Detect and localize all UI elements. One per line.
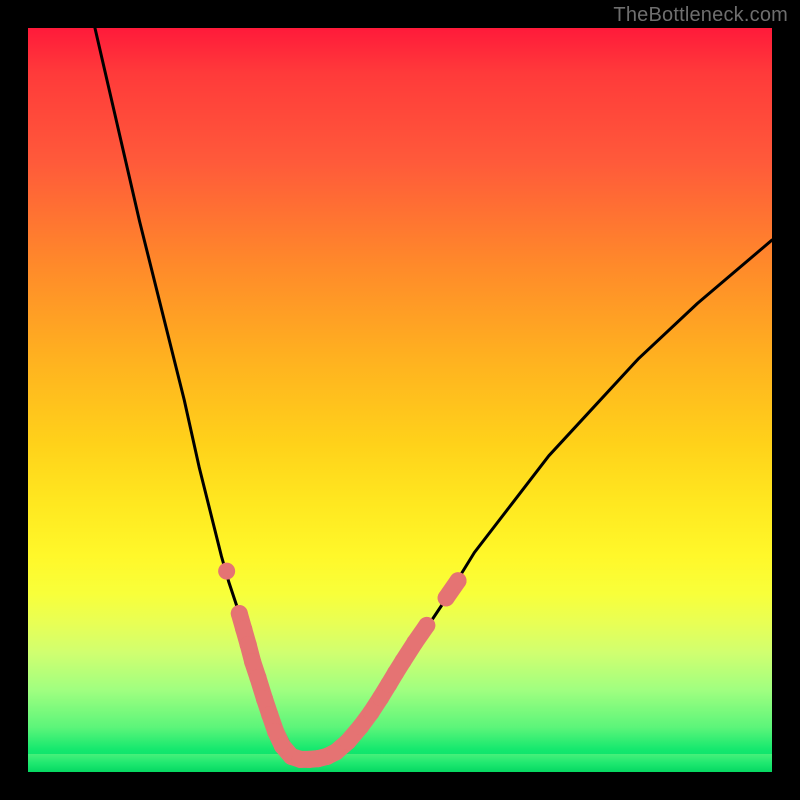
attribution-text: TheBottleneck.com	[613, 4, 788, 27]
plot-svg	[28, 28, 772, 772]
bottleneck-curve	[95, 28, 772, 757]
highlighted-points	[218, 563, 466, 768]
chart-frame: TheBottleneck.com	[0, 0, 800, 800]
plot-area	[28, 28, 772, 772]
